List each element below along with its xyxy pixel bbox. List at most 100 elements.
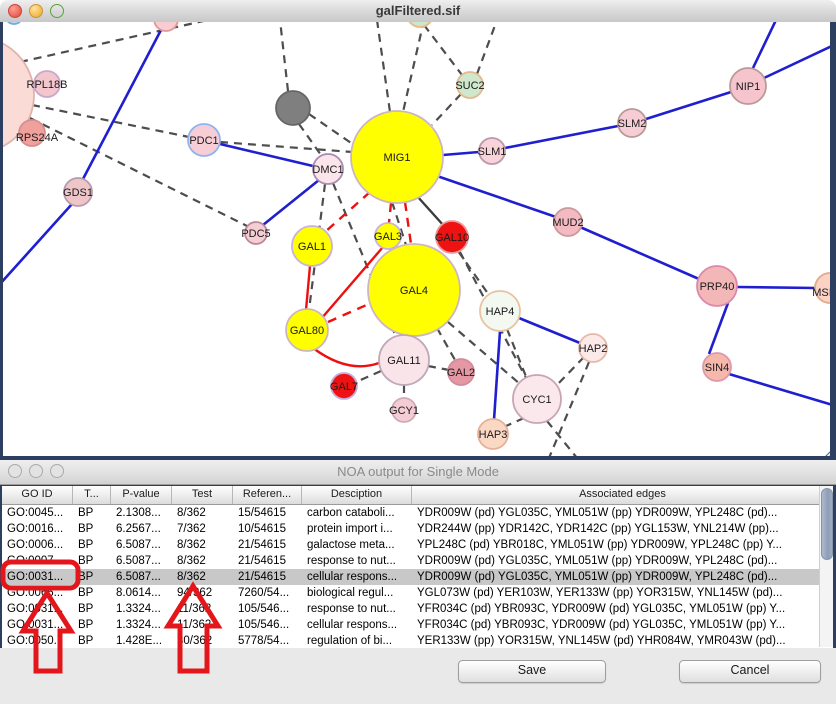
- table-row[interactable]: GO:0016...BP6.2567...7/36210/54615protei…: [2, 521, 833, 537]
- column-header-description[interactable]: Desciption: [302, 486, 412, 504]
- network-edge: [220, 142, 352, 152]
- node-GAL2[interactable]: [448, 359, 474, 385]
- node-HAP4[interactable]: [480, 291, 520, 331]
- cell-reference: 105/546...: [233, 601, 302, 617]
- column-header-reference[interactable]: Referen...: [233, 486, 302, 504]
- network-window-titlebar[interactable]: galFiltered.sif: [0, 0, 836, 23]
- table-row[interactable]: GO:0031...BP1.3324...11/362105/546...res…: [2, 601, 833, 617]
- cell-type: BP: [73, 633, 111, 649]
- network-canvas[interactable]: RPL18BRPS24AGDS1PDC1PDC5MIG1DMC1SLM1SUC2…: [0, 22, 836, 460]
- node-HAP2[interactable]: [579, 334, 607, 362]
- node-NIP1[interactable]: [730, 68, 766, 104]
- node-GAL11[interactable]: [379, 335, 429, 385]
- cell-description: biological regul...: [302, 585, 412, 601]
- network-edge: [753, 22, 776, 68]
- node-GAL3[interactable]: [375, 223, 401, 249]
- cell-description: cellular respons...: [302, 617, 412, 633]
- network-window: galFiltered.sif RPL18BRPS24AGDS1PDC1PDC5…: [0, 0, 836, 460]
- table-row[interactable]: GO:0045...BP2.1308...8/36215/54615carbon…: [2, 505, 833, 521]
- node-GAL80[interactable]: [286, 309, 328, 351]
- scrollbar-thumb[interactable]: [821, 488, 833, 560]
- table-row[interactable]: GO:0031...BP6.5087...8/36221/54615cellul…: [2, 569, 833, 585]
- node-CYC1[interactable]: [513, 375, 561, 423]
- noa-window-titlebar[interactable]: NOA output for Single Mode: [0, 460, 836, 485]
- cell-description: protein import i...: [302, 521, 412, 537]
- cell-test: 8/362: [172, 553, 233, 569]
- node-GDS1[interactable]: [64, 178, 92, 206]
- network-edge: [519, 318, 580, 343]
- cell-reference: 7260/54...: [233, 585, 302, 601]
- column-header-test[interactable]: Test: [172, 486, 233, 504]
- table-row[interactable]: GO:0006...BP6.5087...8/36221/54615galact…: [2, 537, 833, 553]
- node-RPS24A[interactable]: [19, 120, 45, 146]
- node-SIN4[interactable]: [703, 353, 731, 381]
- cell-description: response to nut...: [302, 601, 412, 617]
- table-row[interactable]: GO:0050...BP1.428E...80/3625778/54...reg…: [2, 633, 833, 649]
- node-GAL4[interactable]: [368, 244, 460, 336]
- node-PDC1[interactable]: [188, 124, 220, 156]
- cell-test: 80/362: [172, 633, 233, 649]
- node-HAP3[interactable]: [478, 419, 508, 449]
- node-SUC2[interactable]: [457, 72, 483, 98]
- cell-reference: 10/54615: [233, 521, 302, 537]
- cell-type: BP: [73, 505, 111, 521]
- network-edge: [405, 202, 411, 244]
- network-edge: [432, 94, 461, 125]
- network-edge: [428, 366, 449, 370]
- cell-p_value: 6.5087...: [111, 553, 172, 569]
- cell-go_id: GO:0031...: [2, 569, 73, 585]
- column-header-p_value[interactable]: P-value: [111, 486, 172, 504]
- node-gray-node[interactable]: [276, 91, 310, 125]
- network-edge: [377, 22, 390, 112]
- cell-description: galactose meta...: [302, 537, 412, 553]
- cancel-button[interactable]: Cancel: [679, 660, 821, 683]
- cell-go_id: GO:0031...: [2, 601, 73, 617]
- node-SLM1[interactable]: [479, 138, 505, 164]
- save-button[interactable]: Save: [458, 660, 606, 683]
- table-row[interactable]: GO:0065...BP8.0614...94/3627260/54...bio…: [2, 585, 833, 601]
- network-edge: [580, 227, 699, 279]
- cell-associated_edges: YDR009W (pd) YGL035C, YML051W (pp) YDR00…: [412, 553, 833, 569]
- node-PRP40[interactable]: [697, 266, 737, 306]
- node-top-pink[interactable]: [154, 22, 178, 31]
- window-border-left: [0, 22, 3, 460]
- node-GAL10[interactable]: [436, 221, 468, 253]
- column-header-associated_edges[interactable]: Associated edges: [412, 486, 833, 504]
- node-GCY1[interactable]: [392, 398, 416, 422]
- network-edge: [443, 152, 479, 155]
- noa-output-window: NOA output for Single Mode GO IDT...P-va…: [0, 460, 836, 704]
- table-scrollbar[interactable]: [819, 486, 833, 647]
- network-edge: [280, 22, 288, 91]
- table-row[interactable]: GO:0031...BP1.3324...11/362105/546...cel…: [2, 617, 833, 633]
- node-GAL7[interactable]: [331, 373, 357, 399]
- cell-go_id: GO:0031...: [2, 617, 73, 633]
- network-edge: [220, 144, 313, 166]
- cell-p_value: 6.2567...: [111, 521, 172, 537]
- node-frag-topleft[interactable]: [5, 22, 23, 24]
- cell-reference: 21/54615: [233, 553, 302, 569]
- node-MIG1[interactable]: [351, 111, 443, 203]
- cell-type: BP: [73, 521, 111, 537]
- go-term-table: GO IDT...P-valueTestReferen...Desciption…: [0, 485, 836, 648]
- node-MUD2[interactable]: [554, 208, 582, 236]
- column-header-go_id[interactable]: GO ID: [2, 486, 73, 504]
- network-edge: [32, 105, 189, 137]
- column-header-type[interactable]: T...: [73, 486, 111, 504]
- node-GAL1[interactable]: [292, 226, 332, 266]
- cell-description: carbon cataboli...: [302, 505, 412, 521]
- network-graph: RPL18BRPS24AGDS1PDC1PDC5MIG1DMC1SLM1SUC2…: [0, 22, 836, 460]
- cell-test: 94/362: [172, 585, 233, 601]
- network-edge: [507, 329, 527, 379]
- cell-reference: 21/54615: [233, 569, 302, 585]
- cell-go_id: GO:0007...: [2, 553, 73, 569]
- node-RPL18B[interactable]: [34, 71, 60, 97]
- node-PDC5[interactable]: [245, 222, 267, 244]
- node-SLM2[interactable]: [618, 109, 646, 137]
- cell-associated_edges: YGL073W (pd) YER103W, YER133W (pp) YOR31…: [412, 585, 833, 601]
- table-row[interactable]: GO:0007...BP6.5087...8/36221/54615respon…: [2, 553, 833, 569]
- network-edge: [20, 22, 208, 62]
- network-edge: [547, 421, 577, 458]
- node-DMC1[interactable]: [313, 154, 343, 184]
- cell-p_value: 1.3324...: [111, 601, 172, 617]
- node-top-green[interactable]: [407, 22, 433, 27]
